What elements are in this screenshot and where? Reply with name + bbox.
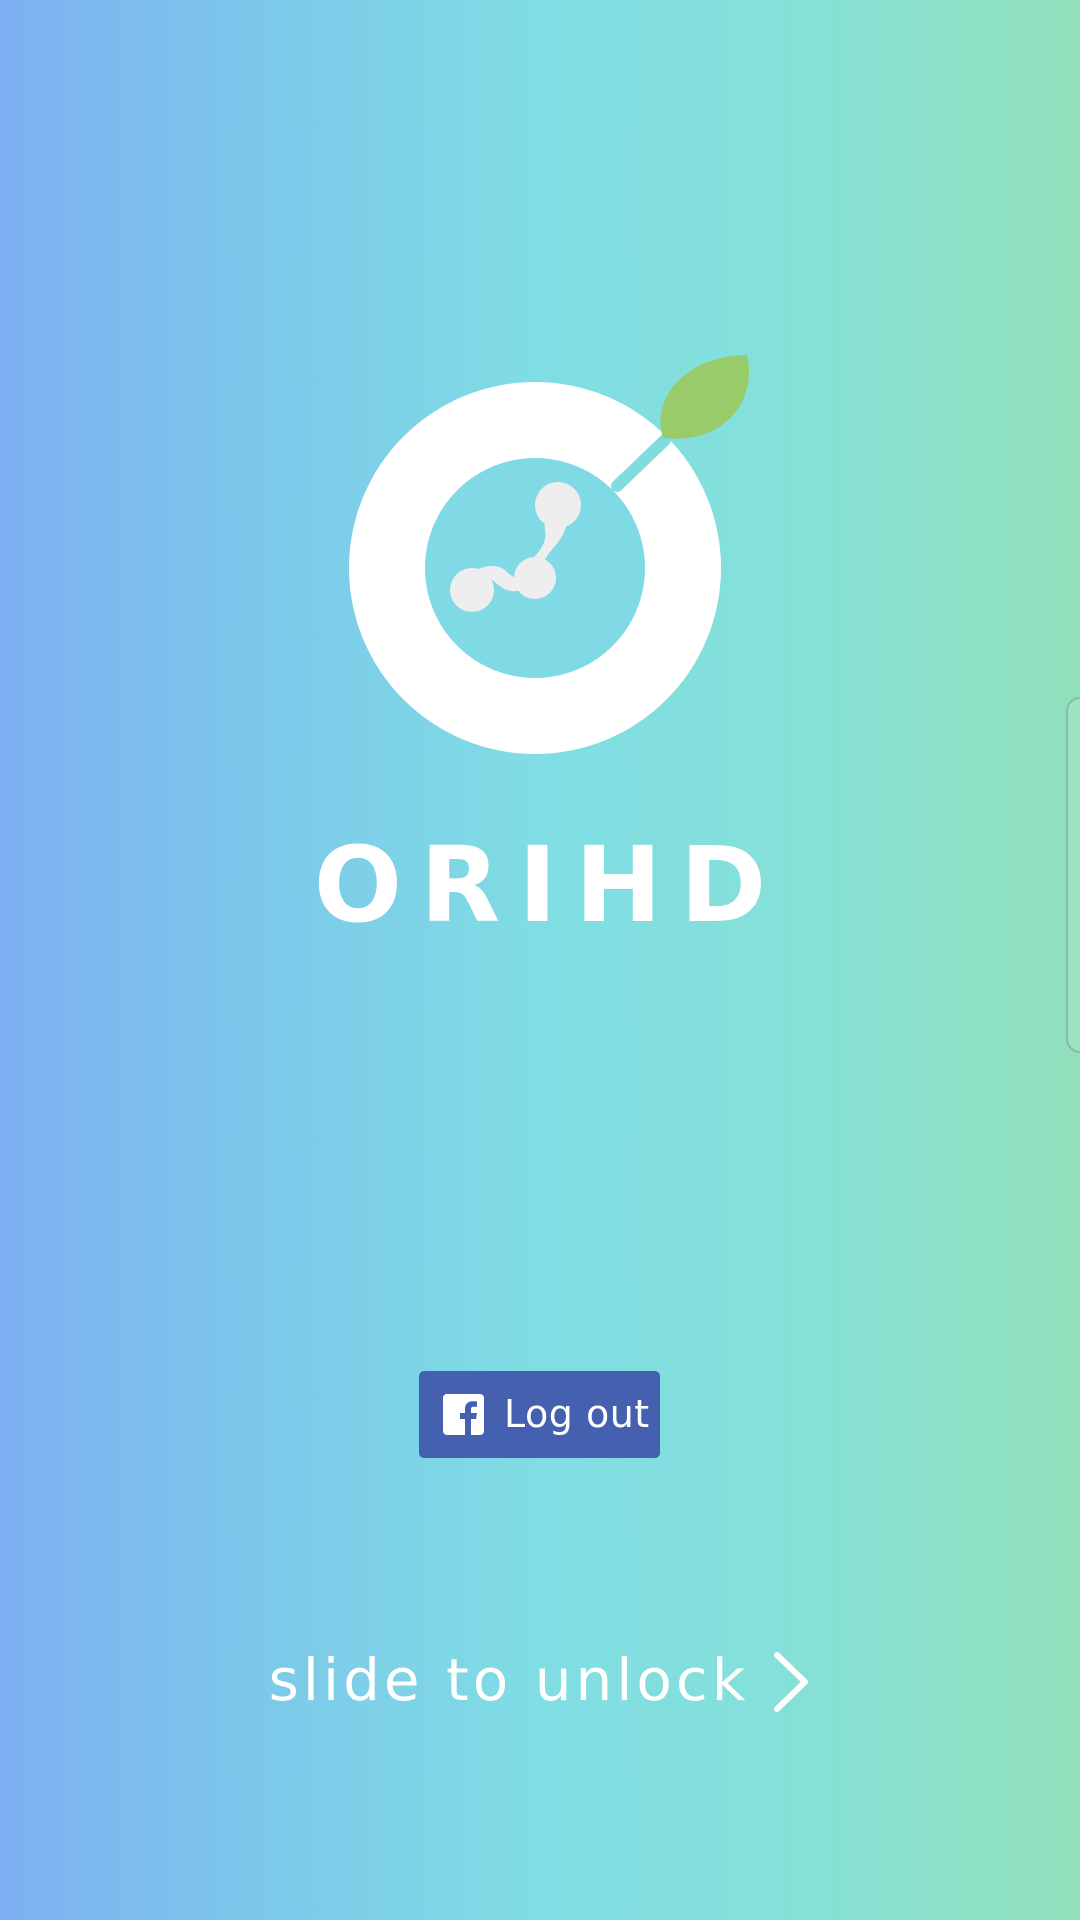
orange-fruit-logo-icon — [349, 355, 750, 754]
slide-to-unlock-label: slide to unlock — [268, 1646, 750, 1714]
chevron-right-icon — [774, 1652, 809, 1712]
facebook-logout-button[interactable]: Log out — [419, 1371, 660, 1458]
facebook-logout-label: Log out — [504, 1392, 650, 1436]
slide-to-unlock[interactable]: slide to unlock — [0, 1640, 1080, 1720]
facebook-icon — [443, 1394, 484, 1435]
lock-screen: ORIHD Log out slide to unlock — [0, 0, 1080, 1920]
brand-name: ORIHD — [313, 824, 785, 946]
edge-panel-handle[interactable] — [1066, 697, 1080, 1053]
